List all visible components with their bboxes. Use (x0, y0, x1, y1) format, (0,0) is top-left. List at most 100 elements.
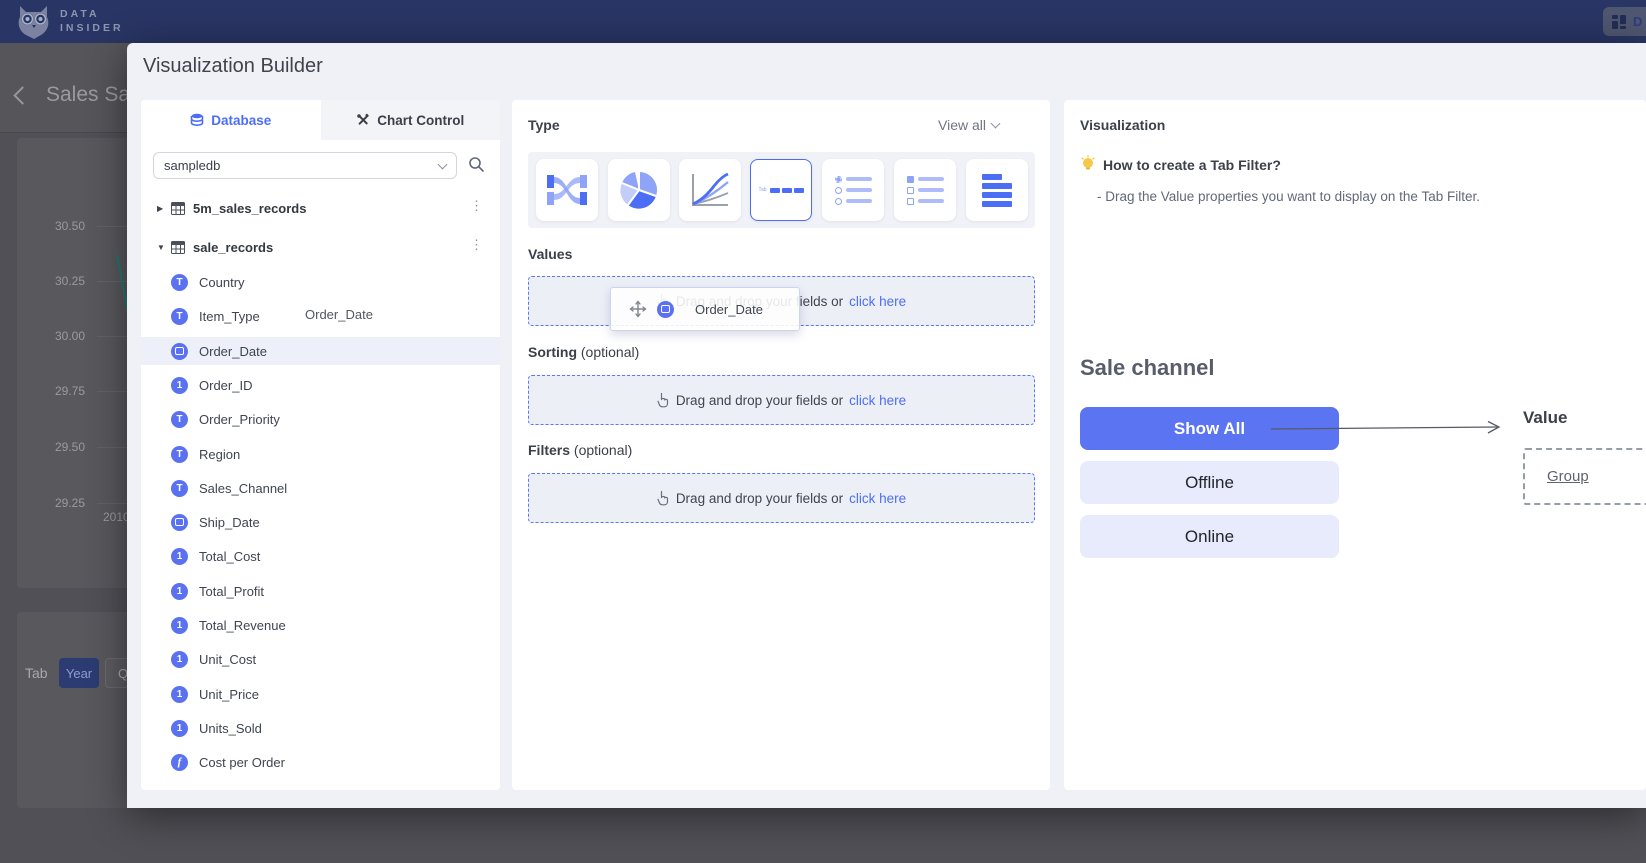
chart-type-tab-filter[interactable]: Tab (750, 159, 812, 221)
field-row-units-sold[interactable]: 1 Units_Sold (141, 714, 500, 742)
annotation-group-box: Group (1523, 448, 1646, 505)
field-label: Total_Profit (199, 584, 264, 599)
table-row-5m-sales-records[interactable]: ▶ 5m_sales_records ⋮ (141, 194, 500, 222)
number-type-icon: 1 (171, 686, 188, 703)
pie-icon (620, 171, 658, 209)
field-label: Total_Cost (199, 549, 260, 564)
kebab-menu-icon[interactable]: ⋮ (470, 198, 483, 214)
text-type-icon: T (171, 411, 188, 428)
dragged-field-card[interactable]: Order_Date (610, 287, 800, 331)
field-row-order-date[interactable]: Order_Date (141, 337, 500, 365)
number-type-icon: 1 (171, 720, 188, 737)
database-panel: Database Chart Control sampledb (141, 100, 500, 790)
table-name: sale_records (193, 240, 273, 255)
tip-title: How to create a Tab Filter? (1103, 157, 1281, 173)
values-click-here-link[interactable]: click here (849, 294, 906, 309)
tab-filter-offline-button[interactable]: Offline (1080, 461, 1339, 504)
database-select[interactable]: sampledb (153, 152, 457, 179)
number-type-icon: 1 (171, 548, 188, 565)
field-row-region[interactable]: T Region (141, 440, 500, 468)
chart-type-pie[interactable] (608, 159, 670, 221)
field-row-total-revenue[interactable]: 1Total_Revenue (141, 611, 500, 639)
table-row-sale-records[interactable]: ▼ sale_records ⋮ (141, 233, 500, 261)
visualization-builder-modal: Visualization Builder Database (127, 43, 1646, 808)
field-label: Unit_Cost (199, 652, 256, 667)
chart-type-sankey[interactable] (536, 159, 598, 221)
field-label: Unit_Price (199, 687, 259, 702)
filters-click-here-link[interactable]: click here (849, 491, 906, 506)
tools-icon (356, 113, 370, 127)
chart-type-strip: Tab (528, 152, 1035, 228)
text-type-icon: T (171, 446, 188, 463)
kebab-menu-icon[interactable]: ⋮ (470, 237, 483, 253)
filters-dropzone[interactable]: Drag and drop your fields or click here (528, 473, 1035, 523)
field-label: Cost per Order (199, 755, 285, 770)
dragged-field-label: Order_Date (695, 302, 763, 317)
solid-list-icon (982, 174, 1012, 207)
tab-filter-icon: Tab (758, 187, 803, 193)
date-type-icon (171, 343, 188, 360)
field-row-cost-per-order[interactable]: fCost per Order (141, 748, 500, 776)
filters-section-label: Filters (optional) (528, 442, 632, 458)
field-row-unit-price[interactable]: 1 Unit_Price (141, 680, 500, 708)
chart-type-radio-list[interactable] (822, 159, 884, 221)
line-chart-icon (690, 172, 730, 208)
search-icon[interactable] (468, 156, 485, 173)
type-section-label: Type (528, 117, 560, 133)
modal-title: Visualization Builder (143, 55, 323, 78)
view-all-dropdown[interactable]: View all (938, 117, 999, 133)
tab-filter-online-button[interactable]: Online (1080, 515, 1339, 558)
builder-panel: Type View all (512, 100, 1050, 790)
brand-name: DATA INSIDER (60, 7, 124, 35)
caret-collapsed-icon[interactable]: ▶ (157, 204, 171, 213)
field-row-unit-cost[interactable]: 1 Unit_Cost (141, 645, 500, 673)
drag-hand-icon (657, 392, 670, 408)
dashboard-grid-icon (1611, 14, 1627, 30)
field-label: Order_ID (199, 378, 252, 393)
field-row-order-priority[interactable]: T Order_Priority (141, 405, 500, 433)
move-icon (629, 300, 647, 318)
field-label: Units_Sold (199, 721, 262, 736)
sankey-icon (547, 173, 587, 207)
values-section-label: Values (528, 246, 572, 262)
dashboard-nav-label: D (1633, 14, 1642, 29)
tab-filter-title: Sale channel (1080, 355, 1215, 381)
field-row-total-cost[interactable]: 1 Total_Cost (141, 542, 500, 570)
sorting-dropzone[interactable]: Drag and drop your fields or click here (528, 375, 1035, 425)
period-year-button[interactable]: Year (59, 658, 99, 688)
database-select-value: sampledb (164, 158, 220, 173)
annotation-arrow (1259, 418, 1509, 438)
caret-expanded-icon[interactable]: ▼ (157, 243, 171, 252)
tab-database[interactable]: Database (141, 100, 321, 140)
drag-source-ghost-label: Order_Date (305, 307, 373, 322)
dropzone-text: Drag and drop your fields or (676, 393, 843, 408)
field-row-total-profit[interactable]: 1Total_Profit (141, 577, 500, 605)
database-icon (190, 113, 204, 127)
text-type-icon: T (171, 480, 188, 497)
field-row-sales-channel[interactable]: TSales_Channel (141, 474, 500, 502)
number-type-icon: 1 (171, 651, 188, 668)
field-label: Order_Priority (199, 412, 280, 427)
field-row-country[interactable]: TCountry (141, 268, 500, 296)
chart-type-list[interactable] (966, 159, 1028, 221)
sorting-click-here-link[interactable]: click here (849, 393, 906, 408)
annotation-group-link[interactable]: Group (1547, 468, 1589, 485)
dashboard-nav-button[interactable]: D (1603, 7, 1646, 36)
screen: Sales Sa 30.50 30.25 30.00 29.75 29.50 2… (0, 0, 1646, 863)
owl-logo-icon (14, 3, 54, 41)
date-type-icon (171, 514, 188, 531)
chart-type-line[interactable] (679, 159, 741, 221)
checkbox-list-icon (907, 176, 944, 205)
chevron-down-icon (438, 159, 448, 169)
field-row-order-id[interactable]: 1Order_ID (141, 371, 500, 399)
field-label: Total_Revenue (199, 618, 286, 633)
drag-hand-icon (657, 490, 670, 506)
field-label: Order_Date (199, 344, 267, 359)
tab-database-label: Database (211, 113, 271, 128)
tab-chart-control[interactable]: Chart Control (321, 100, 501, 140)
field-label: Region (199, 447, 240, 462)
period-tab-label[interactable]: Tab (25, 665, 48, 681)
chart-type-checkbox-list[interactable] (894, 159, 956, 221)
back-icon[interactable] (13, 86, 31, 104)
field-row-ship-date[interactable]: Ship_Date (141, 508, 500, 536)
